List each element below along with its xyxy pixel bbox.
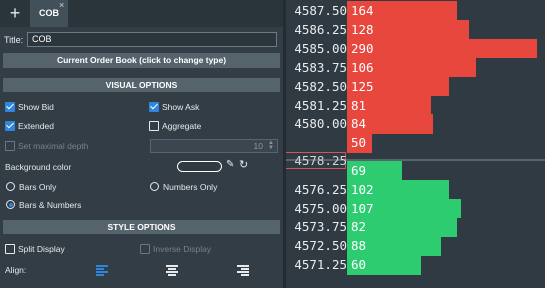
bid-volume: 69 xyxy=(351,162,367,178)
order-book: 164 4587.50 128 4586.25 290 4585.00 106 4583.75… xyxy=(286,0,545,288)
ask-price[interactable]: 4586.25 xyxy=(289,21,347,38)
ask-price[interactable]: 4585.00 xyxy=(289,40,347,57)
reset-icon[interactable]: ↻ xyxy=(239,158,248,171)
align-label: Align: xyxy=(5,265,27,275)
close-icon[interactable]: × xyxy=(59,0,64,10)
bid-price[interactable]: 4573.75 xyxy=(289,218,347,235)
tab-bar: + COB × xyxy=(0,0,286,27)
ask-volume: 106 xyxy=(351,59,374,75)
title-label: Title: xyxy=(4,35,24,45)
extended-label: Extended xyxy=(18,121,54,131)
pipette-icon[interactable]: ✎ xyxy=(226,159,234,170)
current-price[interactable]: 4578.25 xyxy=(289,152,347,169)
ask-price[interactable]: 4583.75 xyxy=(289,59,347,76)
title-input[interactable]: COB xyxy=(27,32,277,47)
align-center-icon[interactable] xyxy=(166,265,178,276)
tab-cob[interactable]: COB × xyxy=(30,0,68,27)
bid-volume: 107 xyxy=(351,200,374,216)
order-book-type-button[interactable]: Current Order Book (click to change type… xyxy=(3,53,280,68)
background-color-swatch[interactable] xyxy=(177,161,222,172)
extended-checkbox[interactable] xyxy=(5,121,15,131)
plus-icon: + xyxy=(9,3,21,23)
align-right-icon[interactable] xyxy=(237,265,249,276)
align-left-icon[interactable] xyxy=(96,265,108,276)
radio-bars-and-numbers-label: Bars & Numbers xyxy=(19,200,82,210)
style-options-header: STYLE OPTIONS xyxy=(3,220,280,234)
show-ask-checkbox[interactable] xyxy=(149,102,159,112)
radio-bars-only-label: Bars Only xyxy=(19,182,57,192)
ask-price[interactable]: 4580.00 xyxy=(289,115,347,132)
radio-bars-and-numbers[interactable] xyxy=(6,200,15,209)
radio-bars-only[interactable] xyxy=(6,182,15,191)
show-bid-label: Show Bid xyxy=(18,102,54,112)
ask-volume: 290 xyxy=(351,40,374,56)
inverse-display-checkbox xyxy=(140,244,150,254)
ask-depth-bar xyxy=(347,38,538,59)
show-ask-label: Show Ask xyxy=(162,102,200,112)
split-display-label: Split Display xyxy=(18,244,65,254)
max-depth-checkbox xyxy=(5,141,15,151)
bid-volume: 82 xyxy=(351,219,367,235)
max-depth-input: 10 xyxy=(150,139,278,153)
bid-volume: 88 xyxy=(351,238,367,254)
split-display-checkbox[interactable] xyxy=(5,244,15,254)
add-tab-button[interactable]: + xyxy=(4,2,26,24)
ask-volume: 125 xyxy=(351,78,374,94)
ask-volume: 81 xyxy=(351,97,367,113)
ask-price[interactable]: 4587.50 xyxy=(289,2,347,19)
tab-label: COB xyxy=(39,8,59,18)
background-color-label: Background color xyxy=(5,162,72,172)
radio-numbers-only[interactable] xyxy=(150,182,159,191)
bid-volume: 102 xyxy=(351,181,374,197)
ask-volume: 164 xyxy=(351,3,374,18)
depth-spinner-icon: ▲ ▼ xyxy=(268,140,274,151)
ask-price[interactable]: 4582.50 xyxy=(289,78,347,95)
bid-volume: 60 xyxy=(351,257,367,273)
bid-price[interactable]: 4571.25 xyxy=(289,256,347,273)
show-bid-checkbox[interactable] xyxy=(5,102,15,112)
visual-options-header: VISUAL OPTIONS xyxy=(3,78,280,92)
aggregate-label: Aggregate xyxy=(162,121,202,131)
inverse-display-label: Inverse Display xyxy=(153,244,212,254)
bid-price[interactable]: 4575.00 xyxy=(289,200,347,217)
aggregate-checkbox[interactable] xyxy=(149,121,159,131)
ask-volume: 50 xyxy=(351,135,367,151)
max-depth-label: Set maximal depth xyxy=(18,141,89,151)
ask-volume: 84 xyxy=(351,116,367,132)
radio-numbers-only-label: Numbers Only xyxy=(163,182,218,192)
bid-price[interactable]: 4572.50 xyxy=(289,237,347,254)
ask-price[interactable]: 4581.25 xyxy=(289,97,347,114)
settings-panel: + COB × Title: COB Current Order Book (c… xyxy=(0,0,286,288)
bid-price[interactable]: 4576.25 xyxy=(289,181,347,198)
ask-volume: 128 xyxy=(351,21,374,37)
